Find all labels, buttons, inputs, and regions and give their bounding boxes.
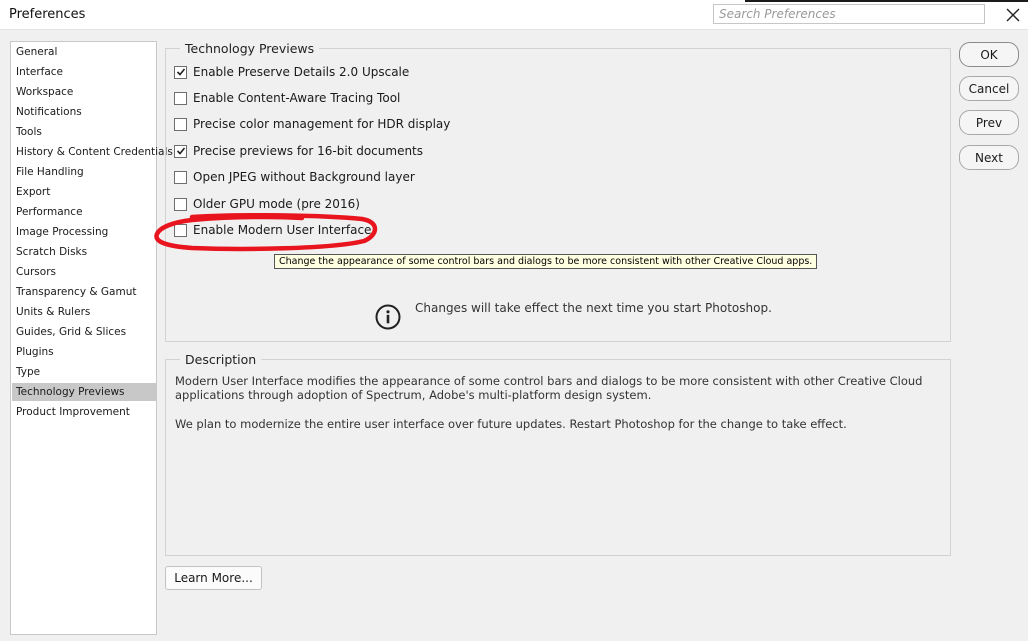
sidebar-item-scratch-disks[interactable]: Scratch Disks bbox=[12, 243, 156, 261]
title-bar: Preferences bbox=[0, 0, 1028, 30]
description-paragraph: We plan to modernize the entire user int… bbox=[175, 417, 847, 431]
option-content-aware-tracing[interactable]: Enable Content-Aware Tracing Tool bbox=[174, 89, 400, 107]
checkbox[interactable] bbox=[174, 197, 187, 211]
option-label: Precise previews for 16-bit documents bbox=[193, 144, 424, 158]
checkbox[interactable] bbox=[174, 170, 187, 184]
prev-button[interactable]: Prev bbox=[959, 110, 1019, 135]
option-label: Older GPU mode (pre 2016) bbox=[193, 197, 360, 211]
tooltip: Change the appearance of some control ba… bbox=[274, 254, 818, 269]
option-preserve-details-upscale[interactable]: Enable Preserve Details 2.0 Upscale bbox=[174, 63, 409, 81]
restart-notice: Changes will take effect the next time y… bbox=[415, 301, 772, 315]
checkbox[interactable] bbox=[174, 223, 187, 237]
option-older-gpu-mode[interactable]: Older GPU mode (pre 2016) bbox=[174, 195, 360, 213]
sidebar-item-interface[interactable]: Interface bbox=[12, 63, 156, 81]
sidebar-item-file-handling[interactable]: File Handling bbox=[12, 163, 156, 181]
search-preferences-input[interactable] bbox=[713, 4, 985, 24]
sidebar-item-plugins[interactable]: Plugins bbox=[12, 343, 156, 361]
sidebar-item-product-improvement[interactable]: Product Improvement bbox=[12, 403, 156, 421]
checkmark-icon bbox=[176, 147, 185, 155]
option-jpeg-no-background[interactable]: Open JPEG without Background layer bbox=[174, 168, 415, 186]
sidebar-item-export[interactable]: Export bbox=[12, 183, 156, 201]
sidebar-item-guides-grid-slices[interactable]: Guides, Grid & Slices bbox=[12, 323, 156, 341]
preferences-sidebar: General Interface Workspace Notification… bbox=[10, 41, 173, 635]
sidebar-item-history[interactable]: History & Content Credentials bbox=[12, 143, 173, 161]
checkbox[interactable] bbox=[174, 91, 187, 105]
option-16bit-previews[interactable]: Precise previews for 16-bit documents bbox=[174, 142, 423, 160]
description-legend: Description bbox=[180, 352, 262, 367]
next-button[interactable]: Next bbox=[959, 145, 1019, 170]
sidebar-item-workspace[interactable]: Workspace bbox=[12, 83, 156, 101]
option-label: Enable Preserve Details 2.0 Upscale bbox=[193, 65, 410, 79]
sidebar-item-general[interactable]: General bbox=[12, 43, 156, 61]
option-label: Open JPEG without Background layer bbox=[193, 170, 415, 184]
checkmark-icon bbox=[176, 68, 185, 76]
option-hdr-color-management[interactable]: Precise color management for HDR display bbox=[174, 115, 450, 133]
checkbox[interactable] bbox=[174, 65, 187, 79]
title-bar-top-strip bbox=[745, 0, 1028, 2]
sidebar-item-transparency-gamut[interactable]: Transparency & Gamut bbox=[12, 283, 156, 301]
ok-button[interactable]: OK bbox=[959, 42, 1019, 67]
sidebar-item-image-processing[interactable]: Image Processing bbox=[12, 223, 156, 241]
sidebar-item-technology-previews[interactable]: Technology Previews bbox=[12, 383, 156, 401]
sidebar-item-tools[interactable]: Tools bbox=[12, 123, 156, 141]
option-label: Precise color management for HDR display bbox=[193, 117, 451, 131]
sidebar-item-notifications[interactable]: Notifications bbox=[12, 103, 156, 121]
learn-more-button[interactable]: Learn More... bbox=[165, 566, 262, 590]
description-paragraph: Modern User Interface modifies the appea… bbox=[175, 374, 923, 402]
sidebar-item-units-rulers[interactable]: Units & Rulers bbox=[12, 303, 156, 321]
close-button[interactable] bbox=[1000, 4, 1026, 26]
sidebar-item-performance[interactable]: Performance bbox=[12, 203, 156, 221]
checkbox[interactable] bbox=[174, 144, 187, 158]
window-title: Preferences bbox=[9, 7, 86, 22]
technology-previews-legend: Technology Previews bbox=[180, 41, 320, 56]
option-modern-user-interface[interactable]: Enable Modern User Interface bbox=[174, 221, 371, 239]
option-label: Enable Content-Aware Tracing Tool bbox=[193, 91, 401, 105]
close-icon bbox=[1006, 8, 1020, 22]
checkbox[interactable] bbox=[174, 117, 187, 131]
option-label: Enable Modern User Interface bbox=[193, 223, 372, 237]
info-icon bbox=[375, 304, 401, 330]
sidebar-item-type[interactable]: Type bbox=[12, 363, 156, 381]
sidebar-item-cursors[interactable]: Cursors bbox=[12, 263, 156, 281]
cancel-button[interactable]: Cancel bbox=[959, 76, 1019, 101]
description-text: Modern User Interface modifies the appea… bbox=[175, 374, 935, 446]
